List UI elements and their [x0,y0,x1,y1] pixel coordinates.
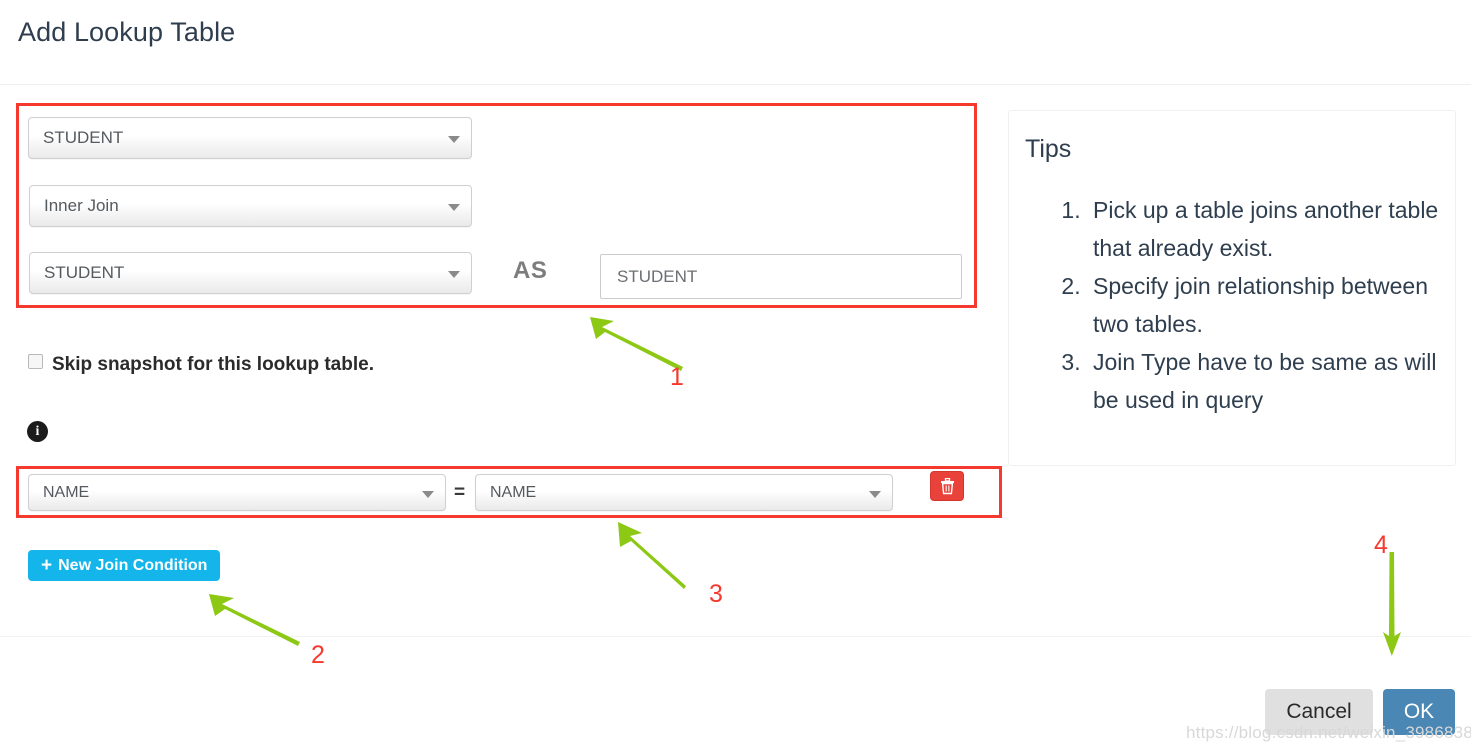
new-join-condition-button[interactable]: + New Join Condition [28,550,221,581]
page-title: Add Lookup Table [18,17,236,47]
plus-icon: + [41,555,53,576]
skip-snapshot-label: Skip snapshot for this lookup table. [52,354,374,375]
right-column-value: NAME [490,483,537,501]
target-table-select[interactable]: STUDENT [29,252,472,294]
chevron-down-icon [422,490,434,498]
join-type-select[interactable]: Inner Join [29,185,472,227]
tips-title: Tips [1025,135,1072,163]
left-column-select[interactable]: NAME [28,474,446,511]
skip-snapshot-checkbox[interactable] [28,354,43,369]
source-table-select[interactable]: STUDENT [28,117,472,159]
tips-item: Specify join relationship between two ta… [1087,267,1447,343]
add-lookup-table-dialog: Add Lookup Table STUDENT Inner Join STUD… [0,0,1471,754]
source-table-value: STUDENT [43,128,124,147]
annotation-arrow-2 [209,594,300,646]
join-type-value: Inner Join [44,196,119,215]
chevron-down-icon [448,136,460,143]
annotation-arrow-1 [590,317,683,371]
dialog-header: Add Lookup Table [0,0,1471,85]
left-column-value: NAME [43,483,90,501]
annotation-number-4: 4 [1374,531,1388,559]
delete-join-condition-button[interactable] [930,471,964,501]
ok-button[interactable]: OK [1383,689,1455,735]
info-icon[interactable]: i [27,421,48,442]
right-column-select[interactable]: NAME [475,474,893,511]
tips-panel: Tips Pick up a table joins another table… [1008,110,1456,466]
annotation-number-3: 3 [709,580,723,608]
tips-item: Pick up a table joins another table that… [1087,191,1447,267]
annotation-number-1: 1 [670,363,684,391]
tips-list: Pick up a table joins another table that… [1057,191,1447,419]
tips-item: Join Type have to be same as will be use… [1087,343,1447,419]
footer-divider [0,636,1471,637]
alias-value: STUDENT [617,266,698,286]
target-table-value: STUDENT [44,263,125,282]
trash-icon [940,477,954,494]
annotation-arrow-4 [1383,552,1401,656]
alias-input[interactable]: STUDENT [600,254,962,299]
equals-operator: = [454,482,466,503]
chevron-down-icon [869,490,881,498]
chevron-down-icon [448,271,460,278]
cancel-button[interactable]: Cancel [1265,689,1373,735]
annotation-number-2: 2 [311,641,325,669]
new-join-condition-label: New Join Condition [58,556,208,574]
chevron-down-icon [448,204,460,211]
annotation-arrow-3 [618,522,686,589]
as-label: AS [513,257,548,284]
